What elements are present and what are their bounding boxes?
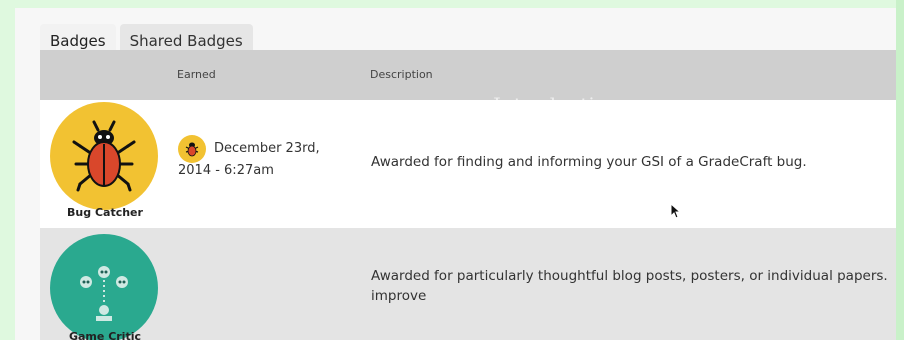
game-critic-badge[interactable] <box>50 234 158 340</box>
mouse-cursor-icon <box>670 203 682 219</box>
badge-name: Bug Catcher <box>67 206 143 219</box>
earned-date: December 23rd, 2014 - 6:27am <box>178 138 338 182</box>
badge-description: Awarded for particularly thoughtful blog… <box>371 268 888 304</box>
earned-date-line1: December 23rd, <box>214 141 320 156</box>
background-right-strip <box>896 0 904 340</box>
bug-icon <box>72 120 136 192</box>
earned-column-header: Earned <box>177 68 216 81</box>
table-header: Earned Description <box>40 50 896 100</box>
badges-panel: Badges Shared Badges Earned Description … <box>15 8 896 340</box>
background-mint-left <box>0 262 15 340</box>
table-row: Bug Catcher December 23rd, 2014 - 6:27am… <box>40 100 896 228</box>
table-row: Game Critic Awarded for particularly tho… <box>40 228 896 340</box>
critic-figures-icon <box>80 266 128 321</box>
badge-name: Game Critic <box>68 330 142 340</box>
badge-description: Awarded for finding and informing your G… <box>371 154 807 170</box>
earned-date-line2: 2014 - 6:27am <box>178 163 274 178</box>
bug-catcher-badge[interactable] <box>50 102 158 210</box>
description-column-header: Description <box>370 68 433 81</box>
